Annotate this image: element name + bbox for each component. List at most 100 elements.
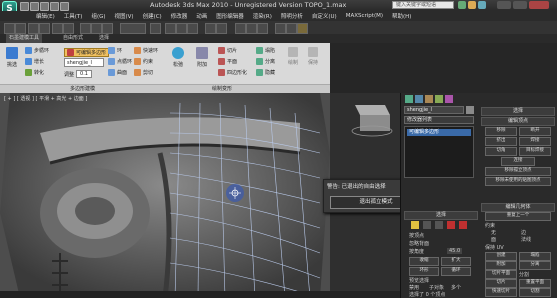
object-color-swatch[interactable] — [466, 106, 474, 114]
constraint-face-radio[interactable]: 面 — [491, 236, 496, 243]
attach-button[interactable]: 附加 — [196, 47, 208, 68]
close-icon[interactable] — [529, 1, 549, 9]
search-icon[interactable] — [458, 1, 466, 9]
hide-button[interactable]: 隐藏 — [256, 69, 275, 76]
collapse-geo-button[interactable]: 塌陷 — [519, 252, 551, 261]
relax-button[interactable]: 松弛 — [172, 47, 184, 68]
preview-off-radio[interactable]: 禁用 — [409, 284, 419, 291]
pick-button[interactable]: 挑选 — [6, 47, 18, 68]
connect-button[interactable]: 连接 — [501, 157, 535, 166]
undo-icon[interactable] — [50, 2, 59, 11]
selection-spinner-value[interactable]: 0.1 — [76, 70, 92, 78]
open-file-icon[interactable] — [30, 2, 39, 11]
menu-animation[interactable]: 动画 — [196, 12, 207, 20]
constraint-none-radio[interactable]: 无 — [491, 229, 496, 236]
render-setup-icon[interactable] — [275, 23, 286, 34]
snap-icon[interactable] — [165, 23, 176, 34]
material-editor-icon[interactable] — [257, 23, 268, 34]
select-by-name-icon[interactable] — [63, 23, 74, 34]
repeat-last-button[interactable]: 重复上一个 — [485, 212, 551, 221]
rollout-edit-vertices[interactable]: 编辑顶点 — [481, 117, 555, 126]
tab-graphite-modeling[interactable]: 石墨建模工具 — [6, 34, 43, 43]
object-name-input[interactable]: shengjie_l — [404, 106, 464, 114]
minimize-icon[interactable] — [497, 1, 511, 9]
constraint-edge-radio[interactable]: 边 — [521, 229, 526, 236]
element-mode-icon[interactable] — [459, 221, 467, 229]
pattern-button[interactable]: 平面 — [218, 58, 237, 65]
menu-tools[interactable]: 工具(T) — [64, 12, 83, 20]
layer-manager-icon[interactable] — [235, 23, 246, 34]
menu-views[interactable]: 视图(V) — [115, 12, 134, 20]
redo-icon[interactable] — [60, 2, 69, 11]
menu-help[interactable]: 帮助(H) — [392, 12, 411, 20]
help-icon[interactable] — [478, 1, 486, 9]
weld-button[interactable]: 焊接 — [519, 137, 551, 146]
menu-lighting-analysis[interactable]: 照明分析 — [281, 12, 303, 20]
tab-selection[interactable]: 选择 — [96, 34, 112, 43]
reference-coord-dropdown[interactable] — [120, 23, 146, 34]
search-input[interactable]: 键入关键字或短语 — [392, 1, 454, 9]
polygon-mode-icon[interactable] — [447, 221, 455, 229]
slice-geo-button[interactable]: 切片 — [485, 279, 517, 288]
grow-button[interactable]: 增长 — [25, 58, 44, 65]
preserve-uvs-checkbox[interactable]: 保持 UV — [485, 244, 504, 251]
menu-group[interactable]: 组(G) — [91, 12, 105, 20]
target-weld-button[interactable]: 目标焊接 — [519, 147, 551, 156]
rollout-selection[interactable]: 选择 — [481, 107, 555, 116]
menu-modifiers[interactable]: 修改器 — [171, 12, 188, 20]
display-tab-icon[interactable] — [445, 95, 453, 103]
selection-rollout-header[interactable]: 选择 — [404, 211, 478, 220]
pivot-icon[interactable] — [150, 23, 161, 34]
loop-selection-button[interactable]: 循环 — [441, 267, 471, 276]
undo-tool-icon[interactable] — [4, 23, 15, 34]
collapse-button[interactable]: 塌陷 — [256, 47, 275, 54]
modifier-list-dropdown[interactable]: 修改器列表 — [404, 116, 474, 124]
slice-button[interactable]: 切片 — [218, 47, 237, 54]
viewport-label[interactable]: [ + ] [ 透视 ] [ 平滑 + 高光 + 边面 ] — [4, 95, 87, 102]
menu-rendering[interactable]: 渲染(R) — [253, 12, 272, 20]
ribbon-group-paint-deform[interactable]: 绘制变形 — [212, 85, 232, 92]
maximize-icon[interactable] — [513, 1, 527, 9]
redo-tool-icon[interactable] — [15, 23, 26, 34]
move-icon[interactable] — [80, 23, 91, 34]
new-file-icon[interactable] — [20, 2, 29, 11]
quickslice-button[interactable]: 快速切片 — [485, 288, 517, 297]
by-angle-checkbox[interactable]: 按角度 — [409, 248, 424, 255]
slice-plane-button[interactable]: 切片平面 — [485, 270, 517, 279]
step-loop-button[interactable]: 步循环 — [25, 47, 49, 54]
border-mode-icon[interactable] — [435, 221, 443, 229]
preview-subobject-radio[interactable]: 子对象 — [429, 284, 444, 291]
paint-button[interactable]: 绘制 — [288, 47, 298, 66]
ring-button[interactable]: 环 — [108, 47, 122, 54]
modify-tab-icon[interactable] — [415, 95, 423, 103]
reset-plane-button[interactable]: 重置平面 — [519, 279, 551, 288]
edit-geometry-rollout-header[interactable]: 编辑几何体 — [481, 203, 555, 212]
menu-edit[interactable]: 编辑(E) — [36, 12, 55, 20]
constraint-normal-radio[interactable]: 法线 — [521, 236, 531, 243]
vertex-mode-icon[interactable] — [411, 221, 419, 229]
favorites-icon[interactable] — [468, 1, 476, 9]
percent-snap-icon[interactable] — [187, 23, 198, 34]
constraints-button[interactable]: 约束 — [134, 58, 153, 65]
mirror-icon[interactable] — [205, 23, 216, 34]
menu-create[interactable]: 创建(C) — [143, 12, 162, 20]
chamfer-button[interactable]: 切角 — [485, 147, 517, 156]
ribbon-group-polygon-modeling[interactable]: 多边形建模 — [70, 85, 95, 92]
selection-spinner[interactable]: 调整 0.1 — [64, 70, 92, 78]
scale-icon[interactable] — [102, 23, 113, 34]
remove-isolated-vertices-button[interactable]: 移除孤立顶点 — [485, 167, 551, 176]
ring-selection-button[interactable]: 环形 — [409, 267, 439, 276]
edge-mode-icon[interactable] — [423, 221, 431, 229]
swift-loop-button[interactable]: 快速环 — [134, 47, 158, 54]
curve-editor-icon[interactable] — [246, 23, 257, 34]
menu-maxscript[interactable]: MAXScript(M) — [346, 13, 383, 19]
preview-multi-radio[interactable]: 多个 — [451, 284, 461, 291]
ignore-backfacing-checkbox[interactable]: 忽略背面 — [409, 240, 429, 247]
tab-freeform[interactable]: 自由形式 — [60, 34, 86, 43]
angle-spinner[interactable]: 45.0 — [447, 248, 463, 254]
menu-graph-editors[interactable]: 图形编辑器 — [216, 12, 244, 20]
unlink-icon[interactable] — [39, 23, 50, 34]
align-icon[interactable] — [216, 23, 227, 34]
cut-geo-button[interactable]: 切割 — [519, 288, 551, 297]
create-button[interactable]: 创建 — [485, 252, 517, 261]
